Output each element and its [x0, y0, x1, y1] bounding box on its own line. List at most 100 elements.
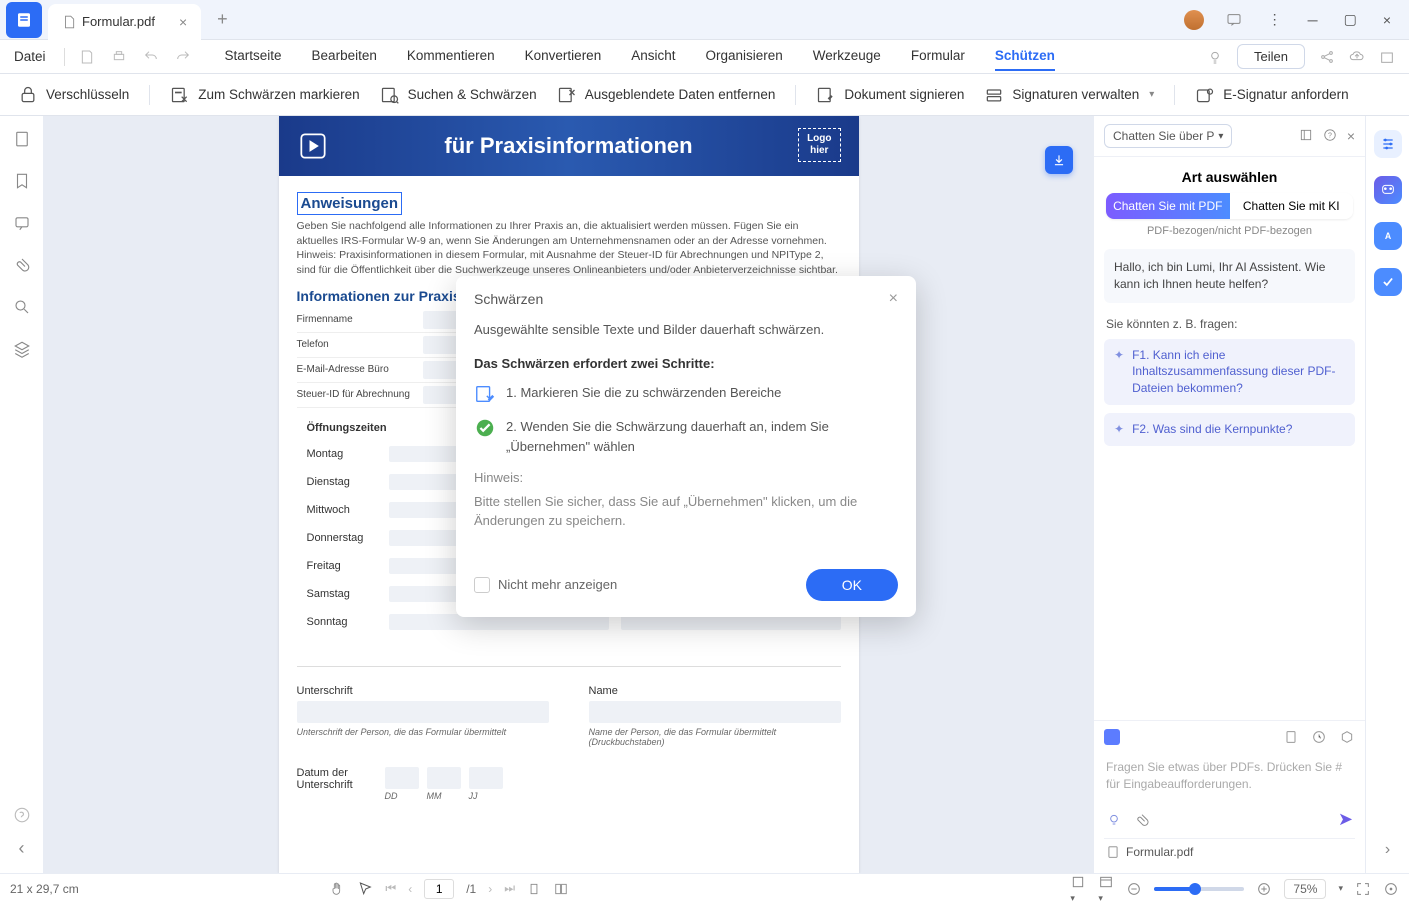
- search-icon[interactable]: [13, 298, 31, 316]
- layers-icon[interactable]: [13, 340, 31, 358]
- date-dd[interactable]: [385, 767, 419, 789]
- document-tab[interactable]: Formular.pdf ×: [48, 4, 201, 40]
- maximize-icon[interactable]: ▢: [1340, 7, 1361, 32]
- page-input[interactable]: [424, 879, 454, 899]
- tab-organize[interactable]: Organisieren: [705, 42, 782, 71]
- signature-field[interactable]: [297, 701, 549, 723]
- collapse-right-icon[interactable]: ›: [1385, 841, 1390, 858]
- close-ai-icon[interactable]: ×: [1347, 128, 1355, 144]
- mark-redact-button[interactable]: Zum Schwärzen markieren: [170, 85, 359, 105]
- tab-start[interactable]: Startseite: [225, 42, 282, 71]
- app-logo[interactable]: [6, 2, 42, 38]
- ai-suggestion-2[interactable]: ✦ F2. Was sind die Kernpunkte?: [1104, 413, 1355, 446]
- tab-convert[interactable]: Konvertieren: [525, 42, 602, 71]
- check-icon[interactable]: [1374, 268, 1402, 296]
- single-page-icon[interactable]: [527, 882, 541, 896]
- toggle-ki[interactable]: Chatten Sie mit KI: [1230, 193, 1354, 219]
- tab-view[interactable]: Ansicht: [631, 42, 675, 71]
- two-page-icon[interactable]: [553, 882, 569, 896]
- next-page-icon[interactable]: ›: [488, 882, 492, 896]
- zoom-in-icon[interactable]: [1256, 881, 1272, 897]
- ai-input[interactable]: Fragen Sie etwas über PDFs. Drücken Sie …: [1104, 751, 1355, 805]
- undo-icon[interactable]: [143, 49, 159, 65]
- idea-icon[interactable]: [1106, 812, 1122, 828]
- name-field[interactable]: [589, 701, 841, 723]
- esign-button[interactable]: E-Signatur anfordern: [1195, 85, 1348, 105]
- zoom-out-icon[interactable]: [1126, 881, 1142, 897]
- save-icon[interactable]: [79, 49, 95, 65]
- clipboard-icon[interactable]: [1283, 729, 1299, 745]
- minimize-icon[interactable]: ─: [1304, 8, 1322, 32]
- new-tab-button[interactable]: +: [217, 9, 228, 30]
- lightbulb-icon[interactable]: [1207, 49, 1223, 65]
- zoom-slider[interactable]: [1154, 887, 1244, 891]
- page-dimensions: 21 x 29,7 cm: [10, 882, 79, 896]
- lock-icon: [18, 85, 38, 105]
- tab-tools[interactable]: Werkzeuge: [813, 42, 881, 71]
- remove-hidden-button[interactable]: Ausgeblendete Daten entfernen: [557, 85, 776, 105]
- prev-page-icon[interactable]: ‹: [408, 882, 412, 896]
- ai-suggestion-1[interactable]: ✦ F1. Kann ich eine Inhaltszusammenfassu…: [1104, 339, 1355, 405]
- last-page-icon[interactable]: ⏭: [504, 881, 515, 896]
- print-icon[interactable]: [111, 49, 127, 65]
- sign-icon: [816, 85, 836, 105]
- zoom-value[interactable]: 75%: [1284, 879, 1326, 899]
- search-redact-button[interactable]: Suchen & Schwärzen: [380, 85, 537, 105]
- file-menu[interactable]: Datei: [0, 49, 60, 64]
- share-link-icon[interactable]: [1319, 49, 1335, 65]
- sparkle-icon: ✦: [1114, 347, 1124, 397]
- bookmarks-icon[interactable]: [13, 172, 31, 190]
- box-icon[interactable]: [1379, 49, 1395, 65]
- translate-icon[interactable]: A: [1374, 222, 1402, 250]
- close-tab-icon[interactable]: ×: [179, 14, 187, 30]
- encrypt-button[interactable]: Verschlüsseln: [18, 85, 129, 105]
- ai-file-chip[interactable]: Formular.pdf: [1104, 838, 1355, 865]
- send-icon[interactable]: ➤: [1338, 809, 1353, 830]
- help-icon[interactable]: [13, 806, 31, 824]
- chat-icon[interactable]: [1222, 8, 1246, 32]
- doc-indicator-icon[interactable]: [1104, 729, 1120, 745]
- redo-icon[interactable]: [175, 49, 191, 65]
- ai-chat-dropdown[interactable]: Chatten Sie über P▾: [1104, 124, 1232, 148]
- help-ai-icon[interactable]: ?: [1323, 128, 1337, 144]
- ai-panel: Chatten Sie über P▾ ? × Art auswählen Ch…: [1093, 116, 1365, 873]
- expand-icon[interactable]: [1299, 128, 1313, 144]
- ok-button[interactable]: OK: [806, 569, 898, 601]
- date-mm[interactable]: [427, 767, 461, 789]
- hand-tool-icon[interactable]: [329, 881, 345, 897]
- cloud-upload-icon[interactable]: [1349, 49, 1365, 65]
- comments-icon[interactable]: [13, 214, 31, 232]
- ai-chat-icon[interactable]: [1374, 176, 1402, 204]
- fit-width-icon[interactable]: ▾: [1070, 874, 1086, 904]
- toggle-pdf[interactable]: Chatten Sie mit PDF: [1106, 193, 1230, 219]
- tab-comment[interactable]: Kommentieren: [407, 42, 495, 71]
- properties-icon[interactable]: [1374, 130, 1402, 158]
- avatar[interactable]: [1184, 10, 1204, 30]
- fit-page-icon[interactable]: [1383, 881, 1399, 897]
- close-window-icon[interactable]: ×: [1379, 8, 1395, 32]
- select-tool-icon[interactable]: [357, 881, 373, 897]
- dont-show-checkbox[interactable]: [474, 577, 490, 593]
- share-button[interactable]: Teilen: [1237, 44, 1305, 69]
- tab-protect[interactable]: Schützen: [995, 42, 1055, 71]
- tab-edit[interactable]: Bearbeiten: [312, 42, 377, 71]
- manage-sig-button[interactable]: Signaturen verwalten ▾: [984, 85, 1154, 105]
- attachments-icon[interactable]: [13, 256, 31, 274]
- read-mode-icon[interactable]: ▾: [1098, 874, 1114, 904]
- modal-close-icon[interactable]: ×: [889, 290, 898, 308]
- esign-icon: [1195, 85, 1215, 105]
- more-icon[interactable]: ⋮: [1264, 7, 1286, 32]
- history-icon[interactable]: [1311, 729, 1327, 745]
- tab-form[interactable]: Formular: [911, 42, 965, 71]
- sign-doc-button[interactable]: Dokument signieren: [816, 85, 964, 105]
- settings-icon[interactable]: [1339, 729, 1355, 745]
- redact-mark-icon: [170, 85, 190, 105]
- page-total: /1: [466, 882, 476, 896]
- attach-icon[interactable]: [1134, 812, 1150, 828]
- download-float-button[interactable]: [1045, 146, 1073, 174]
- thumbnails-icon[interactable]: [13, 130, 31, 148]
- date-jj[interactable]: [469, 767, 503, 789]
- collapse-left-icon[interactable]: ‹: [19, 838, 25, 859]
- fullscreen-icon[interactable]: [1355, 881, 1371, 897]
- first-page-icon[interactable]: ⏮: [385, 881, 396, 896]
